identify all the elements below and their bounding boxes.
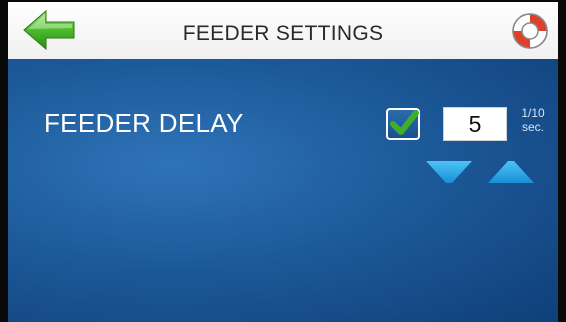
up-triangle-icon [488, 161, 534, 183]
help-button[interactable] [510, 11, 550, 51]
unit-fraction: 1/10 [521, 106, 545, 120]
checkmark-icon [390, 110, 419, 135]
header-bar: FEEDER SETTINGS [8, 2, 558, 59]
settings-panel: FEEDER DELAY 5 1/10 sec. [8, 59, 558, 322]
page-title: FEEDER SETTINGS [182, 22, 384, 45]
unit-label: 1/10 sec. [515, 106, 551, 134]
down-triangle-icon [426, 161, 472, 183]
feeder-delay-value[interactable]: 5 [443, 107, 507, 141]
feeder-delay-checkbox[interactable] [386, 108, 420, 140]
decrease-button[interactable] [424, 159, 474, 185]
unit-seconds: sec. [521, 120, 544, 134]
feeder-delay-label: FEEDER DELAY [44, 108, 244, 138]
lifebuoy-icon [512, 13, 548, 49]
increase-button[interactable] [486, 159, 536, 185]
